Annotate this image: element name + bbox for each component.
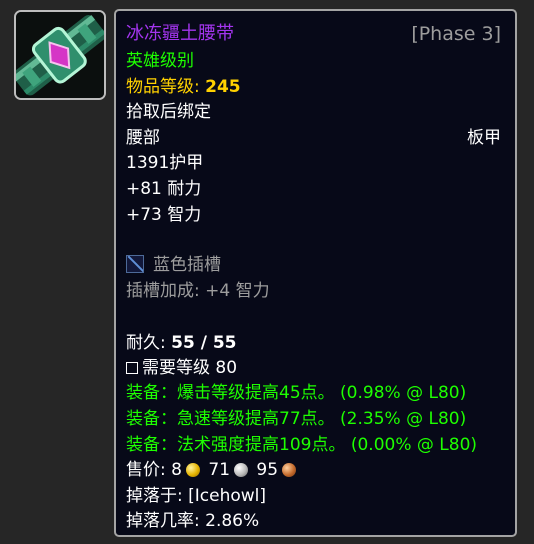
stat-stamina: +81 耐力 <box>126 179 202 199</box>
required-level: 需要等级 80 <box>126 357 237 379</box>
equip-effect-text: 装备：爆击等级提高45点。 <box>126 383 335 403</box>
item-quality: 英雄级别 <box>126 51 194 71</box>
item-name[interactable]: 冰冻疆土腰带 <box>126 23 234 45</box>
socket-bonus: 插槽加成: +4 智力 <box>126 281 270 301</box>
drop-source: 掉落于: [Icehowl] <box>126 485 266 507</box>
sell-copper: 95 <box>256 460 279 480</box>
stat-intellect: +73 智力 <box>126 205 202 225</box>
item-level-value: 245 <box>205 77 241 97</box>
item-level-label: 物品等级: <box>126 77 200 97</box>
equip-effect-percent: (0.00% @ L80) <box>350 435 478 455</box>
checkbox-glyph <box>126 362 138 374</box>
durability-label: 耐久: <box>126 333 166 353</box>
drop-rate-label: 掉落几率: <box>126 511 200 531</box>
equip-effect-text: 装备：法术强度提高109点。 <box>126 435 346 455</box>
equip-effect: 装备：急速等级提高77点。 (2.35% @ L80) <box>126 408 466 430</box>
slot-text: 腰部 <box>126 128 160 148</box>
drop-source-value[interactable]: [Icehowl] <box>188 486 266 506</box>
sell-gold: 8 <box>171 460 182 480</box>
drop-rate-value: 2.86% <box>205 511 260 531</box>
phase-label: [Phase 3] <box>411 23 501 45</box>
equip-effect: 装备：爆击等级提高45点。 (0.98% @ L80) <box>126 382 466 404</box>
durability-value: 55 / 55 <box>171 333 237 353</box>
drop-source-label: 掉落于: <box>126 486 183 506</box>
gold-coin-icon <box>185 463 200 477</box>
socket-label: 蓝色插槽 <box>153 255 221 275</box>
copper-coin-icon <box>282 463 297 477</box>
equip-effect-percent: (2.35% @ L80) <box>340 409 467 429</box>
item-icon[interactable] <box>14 10 106 100</box>
plate-belt-icon <box>16 12 104 98</box>
armor-value: 1391护甲 <box>126 153 204 173</box>
drop-rate: 掉落几率: 2.86% <box>126 510 259 532</box>
binding-text: 拾取后绑定 <box>126 102 211 122</box>
armor-type: 板甲 <box>467 128 501 148</box>
sell-price-label: 售价: <box>126 460 166 480</box>
durability: 耐久: 55 / 55 <box>126 332 237 354</box>
socket-line: 蓝色插槽 <box>126 254 221 276</box>
blue-socket-icon <box>126 255 144 273</box>
equip-effect-percent: (0.98% @ L80) <box>340 383 467 403</box>
required-level-text: 需要等级 80 <box>142 358 238 378</box>
silver-coin-icon <box>234 463 249 477</box>
sell-price: 售价: 8 71 95 <box>126 459 299 481</box>
item-tooltip: 冰冻疆土腰带 [Phase 3] 英雄级别 物品等级: 245 拾取后绑定 腰部… <box>114 9 517 537</box>
sell-silver: 71 <box>208 460 231 480</box>
equip-effect: 装备：法术强度提高109点。 (0.00% @ L80) <box>126 434 477 456</box>
item-level: 物品等级: 245 <box>126 76 241 98</box>
equip-effect-text: 装备：急速等级提高77点。 <box>126 409 335 429</box>
